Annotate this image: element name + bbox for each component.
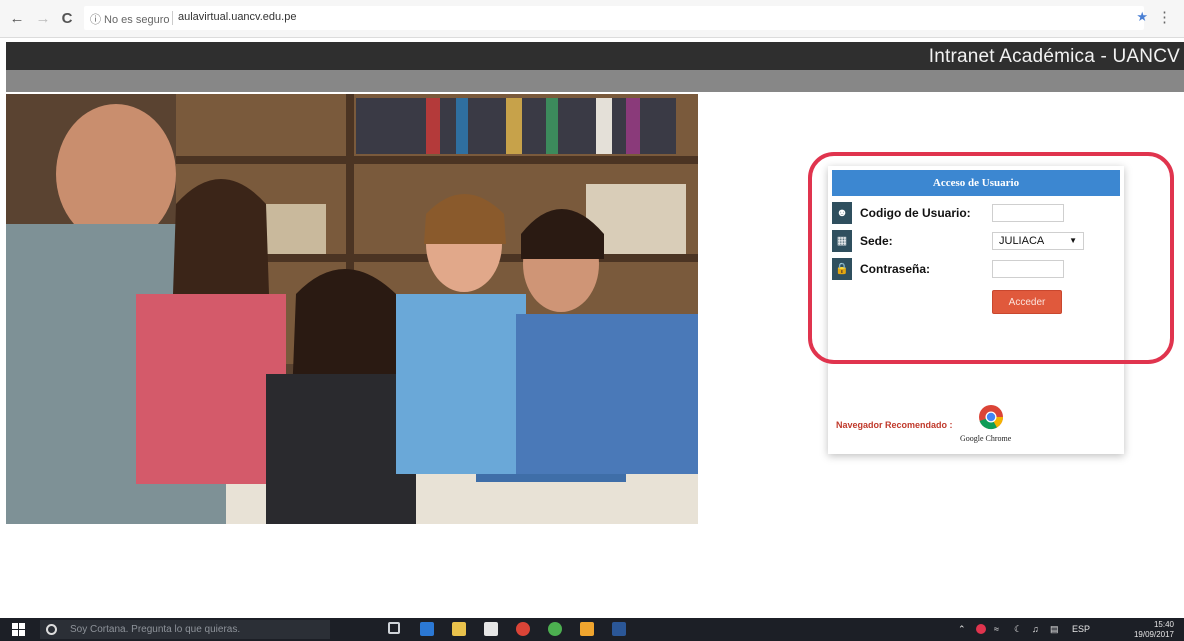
browser-toolbar: ← → C ⓘ No es seguro aulavirtual.uancv.e… (0, 0, 1184, 38)
clock-time: 15:40 (1153, 620, 1174, 629)
students-photo-icon (6, 94, 698, 524)
app-icon[interactable] (580, 622, 594, 636)
recommended-browser-label: Navegador Recomendado : (836, 420, 953, 430)
back-icon[interactable]: ← (8, 10, 26, 28)
url-text[interactable]: aulavirtual.uancv.edu.pe (178, 11, 296, 23)
messenger-icon[interactable] (548, 622, 562, 636)
word-icon[interactable] (612, 622, 626, 636)
volume-icon[interactable]: ♫ (1032, 624, 1039, 634)
hero-students-photo (6, 94, 698, 524)
windows-start-icon[interactable] (12, 623, 25, 636)
notification-icon[interactable]: ▤ (1050, 624, 1059, 635)
tray-chevron-icon[interactable]: ⌃ (958, 624, 966, 635)
store-icon[interactable] (484, 622, 498, 636)
task-view-icon[interactable] (388, 622, 400, 634)
windows-taskbar: Soy Cortana. Pregunta lo que quieras. ⌃ … (0, 618, 1184, 641)
edge-icon[interactable] (420, 622, 434, 636)
site-title: Intranet Académica - UANCV (928, 46, 1180, 67)
wifi-icon[interactable]: ☾ (1014, 624, 1022, 635)
chrome-taskbar-icon[interactable] (516, 622, 530, 636)
file-explorer-icon[interactable] (452, 622, 466, 636)
chrome-label: Google Chrome (960, 434, 1012, 443)
forward-icon[interactable]: → (34, 10, 52, 28)
address-bar[interactable]: ⓘ No es seguro aulavirtual.uancv.edu.pe (84, 6, 1144, 30)
browser-menu-icon[interactable]: ⋮ (1157, 8, 1172, 26)
cortana-placeholder: Soy Cortana. Pregunta lo que quieras. (70, 624, 241, 635)
security-indicator[interactable]: ⓘ No es seguro (90, 11, 169, 27)
header-sub-band (6, 70, 1184, 92)
cortana-icon (46, 624, 57, 635)
reload-icon[interactable]: C (58, 10, 76, 28)
bookmark-star-icon[interactable]: ★ (1136, 9, 1148, 25)
clock-date: 19/09/2017 (1133, 630, 1174, 639)
chrome-logo-icon[interactable] (978, 404, 1004, 430)
network-icon[interactable]: ≈ (994, 624, 999, 634)
highlight-outline (808, 152, 1174, 364)
site-header: Intranet Académica - UANCV (6, 42, 1184, 70)
tray-app-icon[interactable] (976, 624, 986, 634)
clock[interactable]: 15:40 19/09/2017 (1134, 620, 1174, 640)
omnibox-divider (172, 11, 173, 25)
language-indicator[interactable]: ESP (1072, 624, 1090, 634)
cortana-search-box[interactable]: Soy Cortana. Pregunta lo que quieras. (40, 620, 330, 639)
